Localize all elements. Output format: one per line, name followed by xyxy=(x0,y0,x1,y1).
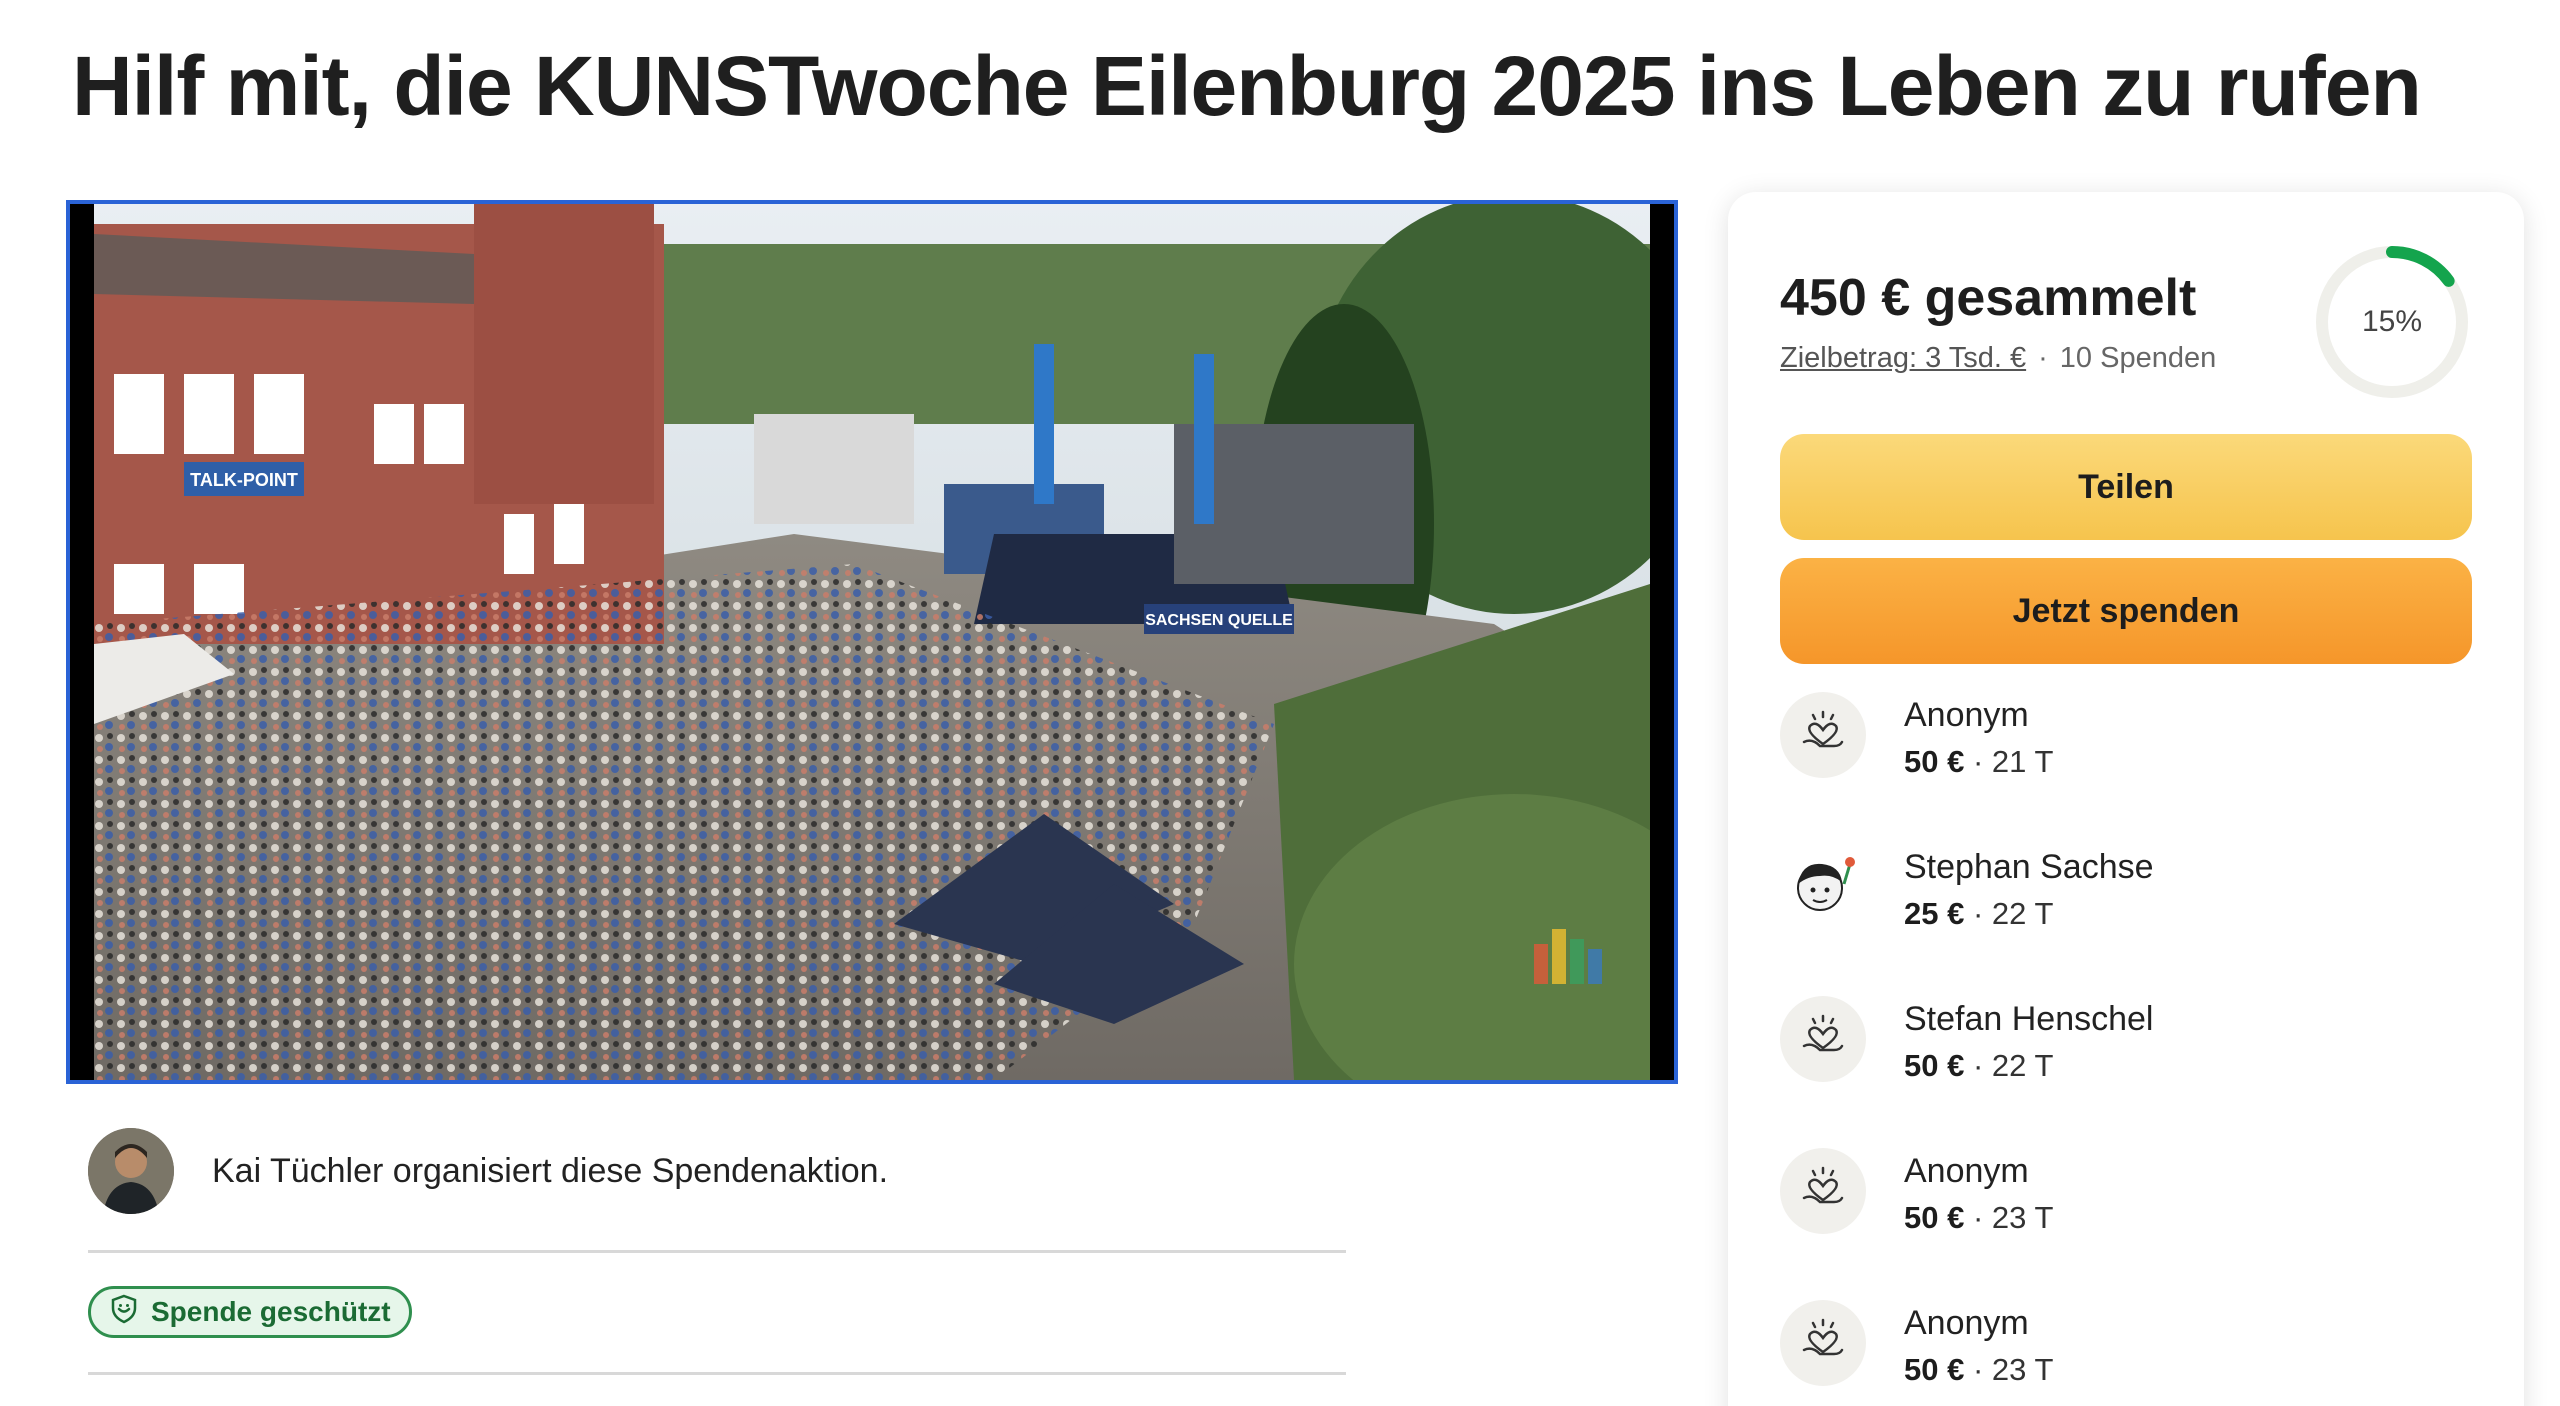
shield-icon xyxy=(109,1294,139,1331)
donation-detail: 50 € · 22 T xyxy=(1904,1048,2053,1084)
donation-detail: 50 € · 23 T xyxy=(1904,1200,2053,1236)
donation-amount: 50 € xyxy=(1904,1352,1965,1387)
heart-hand-icon xyxy=(1780,692,1866,778)
donation-amount: 50 € xyxy=(1904,744,1965,779)
goal-link[interactable]: Zielbetrag: 3 Tsd. € xyxy=(1780,342,2026,374)
goal-meta: Zielbetrag: 3 Tsd. € · 10 Spenden xyxy=(1780,342,2216,375)
donate-button[interactable]: Jetzt spenden xyxy=(1780,558,2472,664)
talk-point-sign: TALK-POINT xyxy=(190,470,298,490)
campaign-image[interactable]: TALK-POINT SACHSEN QUELLE xyxy=(66,200,1678,1084)
donation-item: Anonym 50 € · 23 T xyxy=(1780,1300,2472,1406)
donation-protected-badge[interactable]: Spende geschützt xyxy=(88,1286,412,1338)
heart-hand-icon xyxy=(1780,996,1866,1082)
donation-detail: 25 € · 22 T xyxy=(1904,896,2053,932)
donor-name: Stephan Sachse xyxy=(1904,848,2154,886)
donation-amount: 50 € xyxy=(1904,1048,1965,1083)
donation-detail: 50 € · 21 T xyxy=(1904,744,2053,780)
progress-percent: 15% xyxy=(2361,305,2423,338)
donation-age: · 22 T xyxy=(1972,896,2054,931)
separator: · xyxy=(2038,342,2048,374)
donation-count: 10 Spenden xyxy=(2059,342,2217,374)
organizer-row: Kai Tüchler organisiert diese Spendenakt… xyxy=(88,1126,1348,1216)
donor-name: Anonym xyxy=(1904,696,2029,734)
donation-amount: 25 € xyxy=(1904,896,1965,931)
donation-item: Anonym 50 € · 21 T xyxy=(1780,692,2472,844)
badge-label: Spende geschützt xyxy=(151,1296,391,1327)
donation-detail: 50 € · 23 T xyxy=(1904,1352,2053,1388)
divider xyxy=(88,1250,1346,1253)
donation-item: Anonym 50 € · 23 T xyxy=(1780,1148,2472,1300)
donation-age: · 22 T xyxy=(1972,1048,2054,1083)
donation-item: Stefan Henschel 50 € · 22 T xyxy=(1780,996,2472,1148)
organizer-text: Kai Tüchler organisiert diese Spendenakt… xyxy=(212,1151,889,1190)
donor-name: Anonym xyxy=(1904,1304,2029,1342)
sachsen-quelle-sign: SACHSEN QUELLE xyxy=(1145,612,1293,629)
divider xyxy=(88,1372,1346,1375)
donation-age: · 23 T xyxy=(1972,1352,2054,1387)
heart-hand-icon xyxy=(1780,1300,1866,1386)
donation-item: Stephan Sachse 25 € · 22 T xyxy=(1780,844,2472,996)
amount-raised: 450 € gesammelt xyxy=(1780,269,2197,327)
donation-list: Anonym 50 € · 21 T Stephan Sachse 25 € ·… xyxy=(1780,692,2472,1406)
event-photo: TALK-POINT SACHSEN QUELLE xyxy=(94,204,1650,1080)
donation-panel: 450 € gesammelt Zielbetrag: 3 Tsd. € · 10 … xyxy=(1728,192,2524,1406)
page-title: Hilf mit, die KUNSTwoche Eilenburg 2025 … xyxy=(72,39,2422,133)
organizer-avatar[interactable] xyxy=(88,1128,174,1214)
heart-hand-icon xyxy=(1780,1148,1866,1234)
donation-age: · 23 T xyxy=(1972,1200,2054,1235)
donor-name: Anonym xyxy=(1904,1152,2029,1190)
donation-amount: 50 € xyxy=(1904,1200,1965,1235)
share-button[interactable]: Teilen xyxy=(1780,434,2472,540)
donation-age: · 21 T xyxy=(1972,744,2054,779)
donor-name: Stefan Henschel xyxy=(1904,1000,2154,1038)
donor-avatar xyxy=(1780,844,1866,930)
